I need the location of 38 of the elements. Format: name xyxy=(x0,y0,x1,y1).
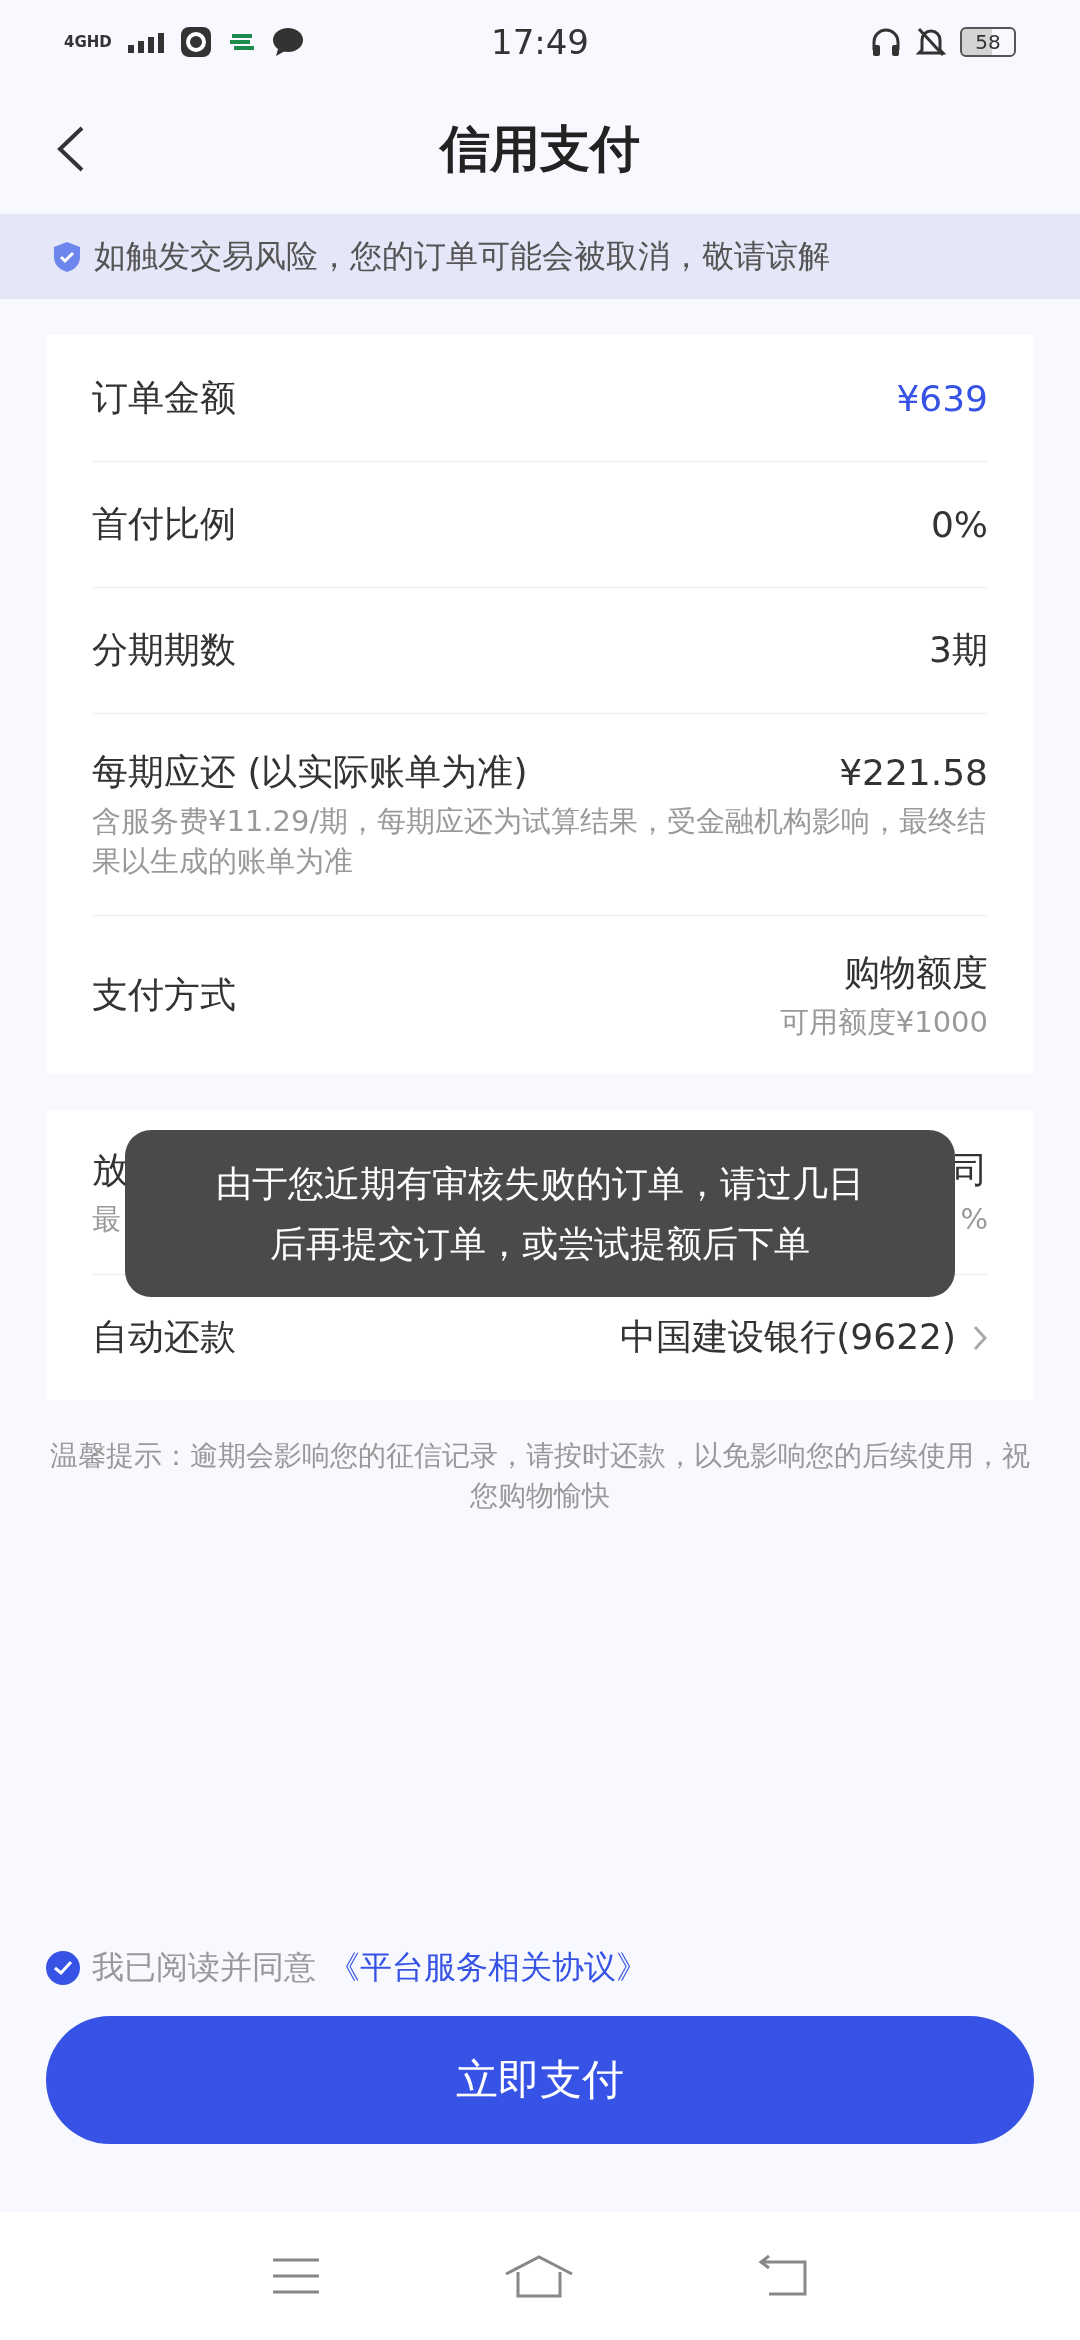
headphones-icon xyxy=(870,26,902,58)
row-label: 首付比例 xyxy=(92,502,236,546)
row-value: 购物额度 xyxy=(844,950,988,995)
row-value: 3期 xyxy=(929,628,988,672)
row-value: 0% xyxy=(930,504,988,545)
menu-icon[interactable] xyxy=(271,2256,322,2296)
row-value: 中国建设银行(9622) xyxy=(620,1315,956,1359)
tip-text: 温馨提示：逾期会影响您的征信记录，请按时还款，以免影响您的后续使用，祝您购物愉快 xyxy=(49,1438,1031,1514)
row-label: 自动还款 xyxy=(92,1315,236,1359)
row-label: 订单金额 xyxy=(92,375,236,420)
signal-icon xyxy=(125,31,166,53)
row-subvalue: 可用额度¥1000 xyxy=(779,1003,988,1041)
checkbox[interactable] xyxy=(46,1951,80,1985)
clock-time: 17:49 xyxy=(491,22,589,62)
row-label: 支付方式 xyxy=(92,972,236,1017)
row-label: 放 xyxy=(92,1147,128,1192)
row-label: 每期应还 (以实际账单为准) xyxy=(92,750,528,794)
notice-text: 如触发交易风险，您的订单可能会被取消，敬请谅解 xyxy=(94,235,830,277)
chat-icon xyxy=(271,27,304,57)
shield-icon xyxy=(52,240,82,273)
back-icon[interactable] xyxy=(756,2254,809,2298)
row-value: 司 xyxy=(952,1147,988,1192)
row-subvalue: % xyxy=(960,1200,988,1238)
pay-button[interactable]: 立即支付 xyxy=(46,2016,1034,2144)
network-label: 4GHD xyxy=(64,34,112,50)
row-note: 含服务费¥11.29/期，每期应还为试算结果，受金融机构影响，最终结果以生成的账单为准 xyxy=(92,803,988,880)
battery-level: 58 xyxy=(960,27,1016,57)
message-toast: 由于您近期有审核失败的订单，请过几日后再提交订单，或尝试提额后下单 xyxy=(125,1130,955,1297)
bell-muted-icon xyxy=(916,26,946,58)
row-note: 最 xyxy=(92,1200,121,1238)
page-title: 信用支付 xyxy=(440,118,640,180)
app-icon xyxy=(179,26,212,58)
agreement-link[interactable]: 《平台服务相关协议》 xyxy=(328,1946,648,1990)
row-value: ¥221.58 xyxy=(839,752,988,793)
row-value: ¥639 xyxy=(896,377,988,419)
home-icon[interactable] xyxy=(504,2254,574,2298)
agreement-text: 我已阅读并同意 xyxy=(92,1947,316,1988)
row-label: 分期期数 xyxy=(92,628,236,672)
